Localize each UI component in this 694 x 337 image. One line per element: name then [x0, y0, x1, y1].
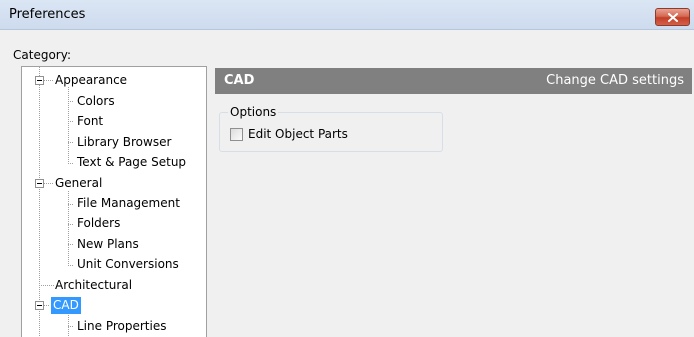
tree-item-appearance[interactable]: Appearance: [53, 72, 129, 89]
options-group-label: Options: [228, 105, 279, 119]
tree-item-new-plans[interactable]: New Plans: [75, 236, 141, 253]
close-x-icon: [667, 12, 678, 22]
tree-item-folders[interactable]: Folders: [75, 215, 122, 232]
edit-object-parts-checkbox[interactable]: [230, 128, 243, 141]
tree-item-unit-conversions[interactable]: Unit Conversions: [75, 256, 181, 273]
collapse-appearance-icon[interactable]: [35, 76, 44, 85]
panel-title: CAD: [224, 73, 255, 88]
tree-item-line-properties[interactable]: Line Properties: [75, 318, 168, 335]
title-bar: Preferences: [0, 0, 694, 30]
tree-item-cad[interactable]: CAD: [51, 297, 81, 314]
tree-item-file-management[interactable]: File Management: [75, 195, 182, 212]
tree-item-colors[interactable]: Colors: [75, 93, 117, 110]
category-tree[interactable]: Appearance Colors Font Library Browser T…: [21, 66, 207, 337]
window-title: Preferences: [9, 7, 86, 22]
panel-subtitle: Change CAD settings: [546, 73, 684, 88]
tree-item-architectural[interactable]: Architectural: [53, 277, 134, 294]
tree-item-text-page-setup[interactable]: Text & Page Setup: [75, 154, 188, 171]
panel-header: CAD Change CAD settings: [215, 68, 692, 94]
tree-item-library-browser[interactable]: Library Browser: [75, 134, 173, 151]
collapse-cad-icon[interactable]: [35, 301, 44, 310]
tree-item-font[interactable]: Font: [75, 113, 105, 130]
edit-object-parts-label[interactable]: Edit Object Parts: [248, 127, 348, 141]
close-button[interactable]: [655, 8, 690, 26]
tree-item-general[interactable]: General: [53, 175, 104, 192]
collapse-general-icon[interactable]: [35, 179, 44, 188]
category-label: Category:: [13, 48, 71, 62]
